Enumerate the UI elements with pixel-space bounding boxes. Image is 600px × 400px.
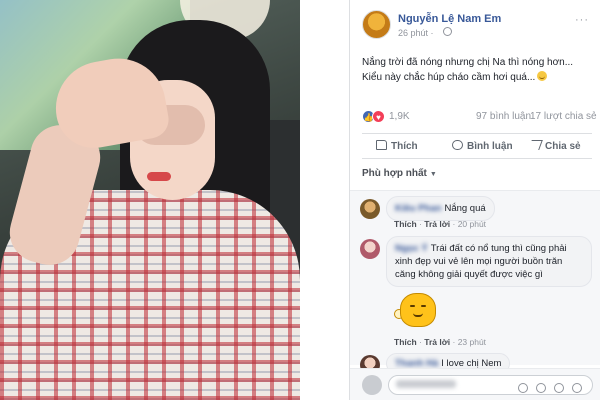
- share-count[interactable]: 17 lượt chia sẻ: [530, 111, 597, 122]
- author-avatar[interactable]: [362, 10, 391, 39]
- sticker-icon[interactable]: [572, 383, 582, 393]
- comment-like-link[interactable]: Thích: [394, 337, 417, 347]
- comment-sort-dropdown[interactable]: Phù hợp nhất ▼: [362, 168, 437, 179]
- comment-like-link[interactable]: Thích: [394, 219, 417, 229]
- comment-bubble: Ngọc Ý Trái đất có nổ tung thì cũng phải …: [386, 236, 592, 287]
- comment-icon: [452, 140, 463, 150]
- like-icon: [376, 140, 387, 150]
- more-options-icon[interactable]: ···: [575, 14, 589, 26]
- emoji-icon[interactable]: [518, 383, 528, 393]
- comments-section: Kiều Phan Nắng quá Thích · Trả lời · 20 p…: [350, 190, 600, 375]
- comment-meta: Thích · Trả lời · 20 phút: [394, 219, 487, 229]
- comment-author[interactable]: Kiều Phan: [395, 203, 441, 214]
- comment-sort-label: Phù hợp nhất: [362, 168, 427, 179]
- reaction-count[interactable]: 1,9K: [389, 111, 410, 122]
- comment-avatar[interactable]: [360, 199, 380, 219]
- comment-text: Nắng quá: [444, 203, 486, 214]
- smile-emoji-icon: [537, 71, 548, 81]
- like-label: Thích: [391, 141, 418, 152]
- lips: [147, 172, 171, 181]
- camera-icon[interactable]: [536, 383, 546, 393]
- caret-down-icon: ▼: [429, 171, 437, 178]
- comment-composer: [350, 368, 600, 400]
- comment-bubble: Kiều Phan Nắng quá: [386, 196, 495, 221]
- post-panel: Nguyễn Lệ Nam Em 26 phút · ··· Nắng trời…: [349, 0, 600, 400]
- reactions-bar: 👍 ♥ 1,9K 97 bình luận 17 lượt chia sẻ: [350, 107, 600, 127]
- share-icon: [528, 140, 543, 150]
- comment-input-placeholder: [396, 380, 456, 388]
- comment-time[interactable]: 20 phút: [458, 219, 486, 229]
- comment-reply-link[interactable]: Trả lời: [424, 219, 450, 229]
- composer-icons: [518, 380, 590, 398]
- share-label: Chia sẻ: [545, 141, 581, 152]
- comment-author[interactable]: Ngọc Ý: [395, 243, 428, 254]
- comment-meta: Thích · Trả lời · 23 phút: [394, 337, 487, 347]
- comment-reply-link[interactable]: Trả lời: [424, 337, 450, 347]
- comment-button[interactable]: Bình luận: [452, 140, 513, 152]
- post-text-line-content: Kiểu này chắc húp cháo cầm hơi quá...: [362, 72, 536, 83]
- comment-count[interactable]: 97 bình luận: [476, 111, 531, 122]
- comment-label: Bình luận: [467, 141, 513, 152]
- globe-icon: [443, 27, 452, 36]
- post-text-line: Kiểu này chắc húp cháo cầm hơi quá...: [362, 70, 592, 85]
- gif-icon[interactable]: [554, 383, 564, 393]
- post-time[interactable]: 26 phút ·: [398, 28, 434, 38]
- share-button[interactable]: Chia sẻ: [528, 140, 581, 152]
- current-user-avatar: [362, 375, 382, 395]
- author-name[interactable]: Nguyễn Lệ Nam Em: [398, 13, 501, 25]
- post-text: Nắng trời đã nóng nhưng chị Na thì nóng …: [362, 55, 592, 85]
- action-bar: Thích Bình luận Chia sẻ: [362, 133, 592, 159]
- post-photo[interactable]: [0, 0, 300, 400]
- post-header: Nguyễn Lệ Nam Em 26 phút · ···: [350, 0, 600, 45]
- comment-avatar[interactable]: [360, 239, 380, 259]
- screenshot: Nguyễn Lệ Nam Em 26 phút · ··· Nắng trời…: [0, 0, 600, 400]
- comment-time[interactable]: 23 phút: [458, 337, 486, 347]
- like-button[interactable]: Thích: [376, 140, 418, 152]
- love-reaction-icon[interactable]: ♥: [372, 110, 385, 123]
- sticker-emoji-icon: [394, 291, 440, 331]
- post-text-line: Nắng trời đã nóng nhưng chị Na thì nóng …: [362, 57, 574, 68]
